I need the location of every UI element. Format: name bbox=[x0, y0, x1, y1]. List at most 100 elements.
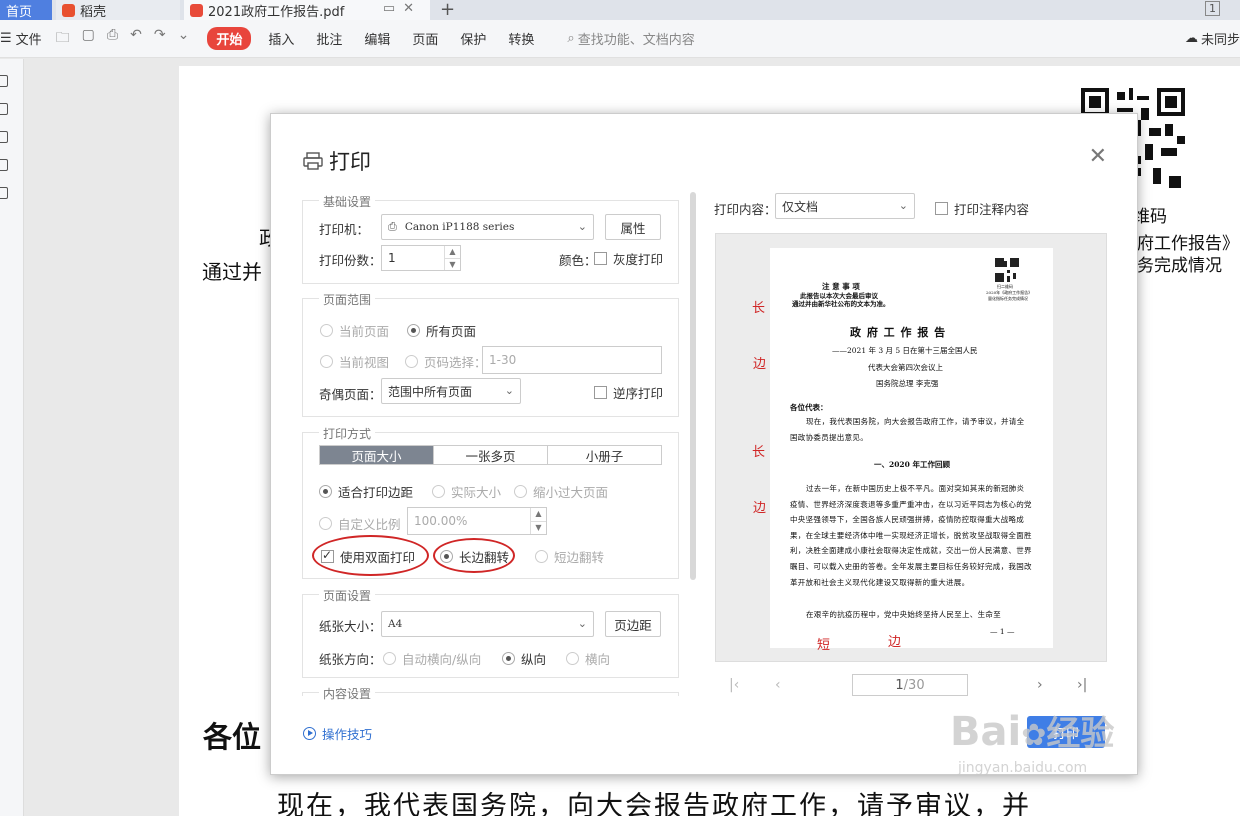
search-placeholder: 查找功能、文档内容 bbox=[577, 33, 695, 48]
radio-actual-size-dot bbox=[432, 485, 445, 498]
radio-landscape-label: 横向 bbox=[585, 652, 611, 667]
grayscale-checkbox-box bbox=[594, 252, 607, 265]
tab-bar: 首页 稻壳 2021政府工作报告.pdf ▭✕ + 1 bbox=[0, 0, 1240, 20]
paper-size-select[interactable]: A4 ⌄ bbox=[381, 611, 594, 637]
attachment-icon[interactable] bbox=[0, 159, 8, 171]
print-content-select[interactable]: 仅文档 ⌄ bbox=[775, 193, 915, 219]
tab-booklet[interactable]: 小册子 bbox=[548, 446, 661, 464]
radio-fit-margin-dot bbox=[319, 485, 332, 498]
redo-icon[interactable]: ↷ bbox=[154, 27, 166, 51]
odd-even-select[interactable]: 范围中所有页面 ⌄ bbox=[381, 378, 521, 404]
radio-fit-margin[interactable]: 适合打印边距 bbox=[319, 482, 413, 501]
close-icon[interactable]: ✕ bbox=[1089, 144, 1107, 169]
radio-landscape[interactable]: 横向 bbox=[566, 649, 610, 668]
highlight-ring-duplex bbox=[312, 535, 429, 576]
printer-label: 打印机： bbox=[319, 222, 370, 237]
paper-size-value: A4 bbox=[388, 618, 403, 630]
printer-select[interactable]: ⎙ Canon iP1188 series ⌄ bbox=[381, 214, 594, 240]
last-page-icon[interactable]: ›| bbox=[1077, 677, 1087, 693]
signature-icon[interactable] bbox=[0, 187, 8, 199]
annotation-edge-2: 边 bbox=[753, 501, 767, 516]
ribbon-tab-page[interactable]: 页面 bbox=[412, 29, 438, 48]
tab-pdf-document[interactable]: 2021政府工作报告.pdf ▭✕ bbox=[184, 0, 430, 20]
radio-shrink[interactable]: 缩小过大页面 bbox=[514, 482, 608, 501]
tips-link[interactable]: 操作技巧 bbox=[303, 724, 372, 743]
tips-label: 操作技巧 bbox=[322, 727, 373, 742]
current-page: 1 bbox=[895, 677, 904, 693]
radio-auto-orientation[interactable]: 自动横向/纵向 bbox=[383, 649, 481, 668]
search-box[interactable]: ⌕ 查找功能、文档内容 bbox=[567, 29, 694, 48]
grayscale-checkbox[interactable]: 灰度打印 bbox=[594, 249, 663, 268]
tab-multi-page[interactable]: 一张多页 bbox=[434, 446, 548, 464]
ribbon-tab-insert[interactable]: 插入 bbox=[268, 29, 294, 48]
preview-sub-2: 代表大会第四次会议上 bbox=[868, 363, 943, 372]
menu-icon: ☰ bbox=[0, 31, 12, 46]
reverse-print-checkbox[interactable]: 逆序打印 bbox=[594, 383, 663, 402]
print-annotation-checkbox[interactable]: 打印注释内容 bbox=[935, 199, 1029, 218]
copies-stepper[interactable]: ▲ ▼ bbox=[444, 246, 460, 270]
preview-para-2: 过去一年，在新中国历史上极不平凡。面对突如其来的新冠肺炎疫情、世界经济深度衰退等… bbox=[790, 484, 1032, 587]
sync-status[interactable]: ☁ 未同步 bbox=[1185, 29, 1240, 48]
bookmark-icon[interactable] bbox=[0, 75, 8, 87]
copies-input[interactable]: 1 ▲ ▼ bbox=[381, 245, 461, 271]
tab-home[interactable]: 首页 bbox=[0, 0, 52, 20]
undo-icon[interactable]: ↶ bbox=[130, 27, 142, 51]
settings-scrollbar[interactable] bbox=[690, 192, 696, 580]
doc-left-line-2: 通过并 bbox=[202, 260, 262, 284]
radio-current-view-dot bbox=[320, 355, 333, 368]
ribbon-tab-start[interactable]: 开始 bbox=[207, 27, 252, 50]
doc-bottom-line: 现在，我代表国务院，向大会报告政府工作，请予审议，并 bbox=[277, 791, 1031, 816]
radio-current-page[interactable]: 当前页面 bbox=[320, 321, 389, 340]
scale-value: 100.00% bbox=[414, 514, 468, 528]
scale-stepper[interactable]: ▲ ▼ bbox=[530, 508, 546, 534]
orientation-label: 纸张方向： bbox=[319, 652, 382, 667]
page-select-input[interactable]: 1-30 bbox=[482, 346, 662, 374]
ribbon-tab-annotate[interactable]: 批注 bbox=[316, 29, 342, 48]
ribbon-tab-convert[interactable]: 转换 bbox=[508, 29, 534, 48]
window-count-badge[interactable]: 1 bbox=[1205, 1, 1220, 16]
tab-page-size[interactable]: 页面大小 bbox=[320, 446, 434, 464]
open-folder-icon[interactable]: 🗀 bbox=[56, 27, 70, 51]
ribbon-tab-protect[interactable]: 保护 bbox=[460, 29, 486, 48]
new-tab-icon[interactable]: + bbox=[440, 0, 455, 20]
radio-current-view[interactable]: 当前视图 bbox=[320, 352, 389, 371]
first-page-icon[interactable]: |‹ bbox=[729, 677, 739, 693]
radio-custom-scale[interactable]: 自定义比例 bbox=[319, 514, 401, 533]
radio-auto-orientation-label: 自动横向/纵向 bbox=[402, 652, 482, 667]
dialog-title-text: 打印 bbox=[329, 150, 371, 174]
color-label: 颜色： bbox=[559, 253, 597, 268]
properties-button[interactable]: 属性 bbox=[605, 214, 661, 240]
watermark-jingyan: 经验 bbox=[1046, 714, 1115, 754]
margins-button[interactable]: 页边距 bbox=[605, 611, 661, 637]
print-mode-tabs: 页面大小 一张多页 小册子 bbox=[319, 445, 662, 465]
tab-daoke[interactable]: 稻壳 bbox=[56, 0, 180, 20]
chevron-down-icon: ⌄ bbox=[898, 199, 908, 212]
comment-icon[interactable] bbox=[0, 131, 8, 143]
file-menu-label: 文件 bbox=[15, 33, 42, 48]
doc-right-line-3: 务完成情况 bbox=[1137, 256, 1222, 276]
radio-short-edge[interactable]: 短边翻转 bbox=[535, 547, 604, 566]
page-indicator[interactable]: 1 /30 bbox=[852, 674, 968, 696]
print-icon[interactable]: ⎙ bbox=[107, 27, 118, 51]
page-range-title: 页面范围 bbox=[319, 291, 376, 308]
preview-sub-1: ——2021 年 3 月 5 日在第十三届全国人民 bbox=[832, 346, 978, 355]
ribbon-tab-edit[interactable]: 编辑 bbox=[364, 29, 390, 48]
file-menu[interactable]: ☰ 文件 bbox=[0, 29, 42, 48]
print-mode-title: 打印方式 bbox=[319, 425, 376, 442]
tab-daoke-label: 稻壳 bbox=[80, 4, 107, 20]
next-page-icon[interactable]: › bbox=[1037, 677, 1043, 693]
annotation-long-2: 长 bbox=[752, 445, 766, 460]
scale-input[interactable]: 100.00% ▲ ▼ bbox=[407, 507, 547, 535]
radio-actual-size[interactable]: 实际大小 bbox=[432, 482, 501, 501]
more-icon[interactable]: ⌄ bbox=[178, 27, 190, 51]
prev-page-icon[interactable]: ‹ bbox=[775, 677, 781, 693]
preview-page: 注 意 事 项 此报告以本次大会最后审议 通过并由新华社公布的文本为准。 扫二维… bbox=[770, 248, 1053, 648]
radio-page-select[interactable]: 页码选择： bbox=[405, 352, 487, 371]
save-icon[interactable]: ▢ bbox=[82, 27, 95, 51]
preview-notice-2: 通过并由新华社公布的文本为准。 bbox=[792, 300, 890, 308]
radio-all-pages[interactable]: 所有页面 bbox=[407, 321, 476, 340]
radio-portrait[interactable]: 纵向 bbox=[502, 649, 546, 668]
left-sidebar bbox=[0, 59, 24, 816]
tab-close-icon[interactable]: ▭✕ bbox=[383, 1, 422, 16]
thumbnail-icon[interactable] bbox=[0, 103, 8, 115]
